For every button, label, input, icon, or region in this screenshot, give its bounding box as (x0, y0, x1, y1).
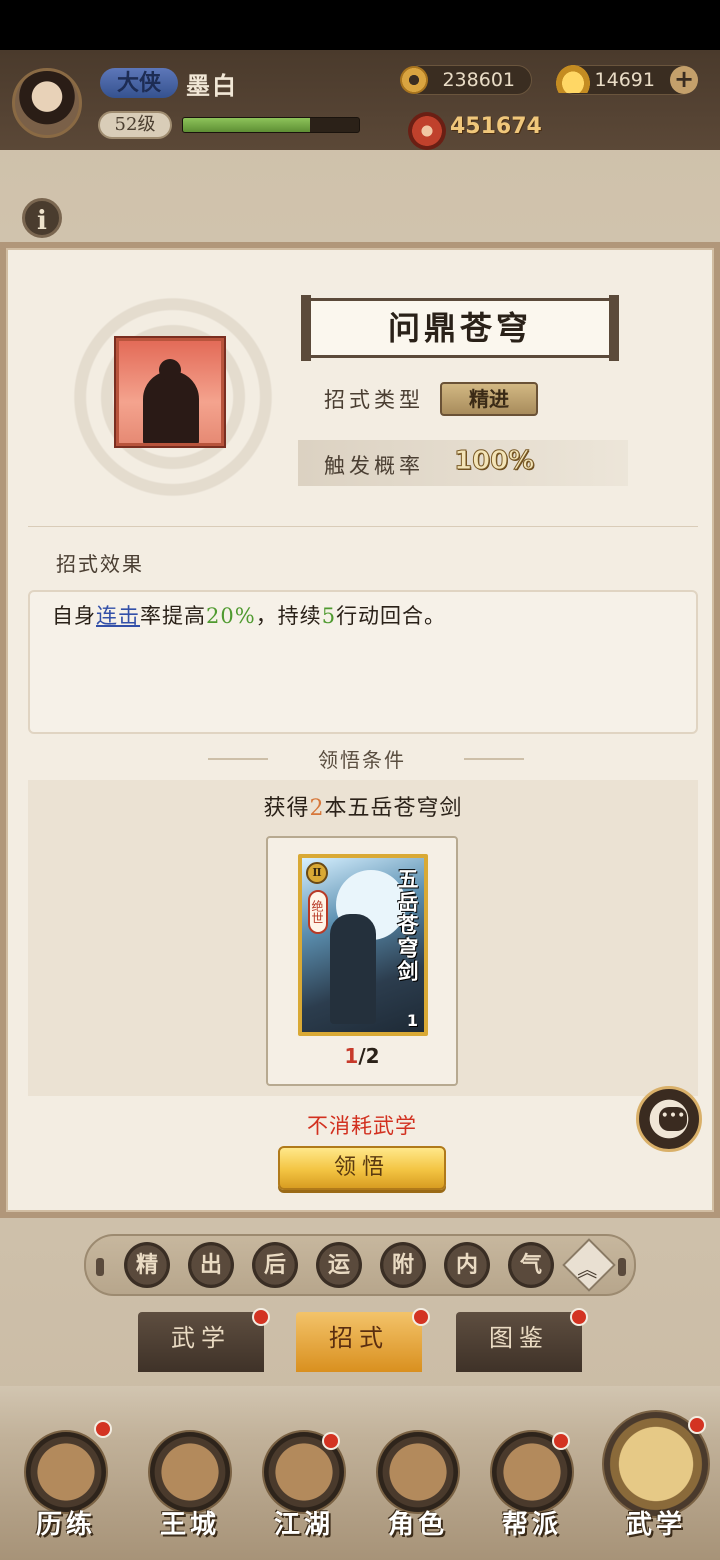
condition-panel: 获得2本五岳苍穹剑 Ⅱ 绝世 五岳苍穹剑 1 1/2 (28, 780, 698, 1096)
player-name: 墨白 (186, 71, 238, 100)
condition-text: 获得2本五岳苍穹剑 (28, 790, 698, 822)
city-gate-icon (148, 1430, 232, 1514)
exp-bar-fill (183, 118, 310, 132)
effect-heading: 招式效果 (56, 552, 144, 576)
divider (28, 526, 698, 527)
add-ingot-button[interactable]: + (670, 66, 698, 94)
bottom-navigation: 历练 王城 江湖 角色 帮派 武学 (0, 1386, 720, 1560)
bar-cap-right (618, 1258, 626, 1276)
nav-label: 角色 (387, 1510, 448, 1540)
skill-portrait (116, 338, 224, 446)
nav-character[interactable]: 角色 (370, 1426, 466, 1556)
modal-panel: 问鼎苍穹 招式类型 精进 触发概率 100% 招式效果 自身连击率提高20%，持… (6, 248, 714, 1212)
book-count: 1 (406, 1011, 418, 1030)
combat-power: 451674 (450, 114, 542, 139)
progress-have: 1 (344, 1044, 359, 1068)
effect-text: 自身连击率提高20%，持续5行动回合。 (52, 600, 674, 632)
swordsman-art (330, 914, 376, 1024)
effect-percent: 20% (206, 604, 256, 628)
coin-icon (400, 66, 428, 94)
skill-detail-modal: 问鼎苍穹 招式类型 精进 触发概率 100% 招式效果 自身连击率提高20%，持… (0, 242, 720, 1218)
bar-cap-left (96, 1258, 104, 1276)
effect-turns: 5 (321, 604, 337, 628)
required-item-slot[interactable]: Ⅱ 绝世 五岳苍穹剑 1 1/2 (266, 836, 458, 1086)
nav-label: 江湖 (273, 1510, 334, 1540)
effect-text-part: 率提高 (140, 604, 206, 628)
effect-box: 自身连击率提高20%，持续5行动回合。 (28, 590, 698, 734)
filter-yungong[interactable]: 运 (316, 1242, 362, 1288)
rank-icon: Ⅱ (306, 862, 328, 884)
nav-jianghu[interactable]: 江湖 (256, 1426, 352, 1556)
filter-chushou[interactable]: 出 (188, 1242, 234, 1288)
nav-label: 帮派 (501, 1510, 562, 1540)
nav-label: 王城 (159, 1510, 220, 1540)
character-icon (376, 1430, 460, 1514)
progress-need: /2 (358, 1044, 380, 1068)
comprehend-button[interactable]: 领悟 (278, 1146, 446, 1190)
tab-martial-arts[interactable]: 武学 (138, 1312, 264, 1372)
condition-count: 2 (309, 796, 325, 821)
filter-futi[interactable]: 附 (380, 1242, 426, 1288)
chat-button[interactable]: ••• (636, 1086, 702, 1152)
condition-text-part: 获得 (263, 796, 310, 821)
notification-dot (412, 1308, 430, 1326)
rarity-tag: 绝世 (308, 890, 328, 934)
filter-neixi[interactable]: 内 (444, 1242, 490, 1288)
info-button[interactable]: i (22, 198, 62, 238)
skill-name: 问鼎苍穹 (387, 309, 532, 347)
trigger-rate-label: 触发概率 (324, 454, 424, 478)
skill-type-badge: 精进 (440, 382, 538, 416)
condition-heading: 领悟条件 (318, 748, 406, 772)
combo-keyword-link[interactable]: 连击 (96, 604, 140, 628)
training-icon (24, 1430, 108, 1514)
notification-dot (552, 1432, 570, 1450)
nav-training[interactable]: 历练 (18, 1420, 114, 1556)
skill-title-frame: 问鼎苍穹 (301, 295, 619, 361)
notification-dot (252, 1308, 270, 1326)
effect-text-part: ，持续 (255, 604, 322, 628)
skill-book-card[interactable]: Ⅱ 绝世 五岳苍穹剑 1 (298, 854, 428, 1036)
status-bar (0, 0, 720, 50)
gold-ingot-icon (556, 65, 590, 93)
notification-dot (94, 1420, 112, 1438)
nav-guild[interactable]: 帮派 (484, 1426, 580, 1556)
skill-type-label: 招式类型 (324, 388, 424, 412)
condition-text-part: 本五岳苍穹剑 (324, 796, 463, 821)
nav-martial-arts[interactable]: 武学 (602, 1410, 710, 1556)
silhouette-head (159, 359, 181, 381)
chevron-up-icon: ︽ (577, 1257, 598, 1282)
silhouette-figure (143, 371, 199, 443)
effect-text-part: 自身 (52, 604, 96, 628)
notification-dot (688, 1416, 706, 1434)
nav-label: 历练 (35, 1510, 96, 1540)
no-cost-note: 不消耗武学 (307, 1114, 417, 1138)
effect-text-part: 行动回合。 (336, 604, 447, 628)
power-icon (408, 112, 446, 150)
filter-jingjin[interactable]: 精 (124, 1242, 170, 1288)
chat-bubble-icon: ••• (659, 1107, 687, 1131)
notification-dot (570, 1308, 588, 1326)
game-screen: 大侠 墨白 52级 238601 14691 + 451674 i 问鼎苍穹 招… (0, 50, 720, 1560)
exp-bar (182, 117, 360, 133)
trigger-rate-value: 100% (453, 446, 535, 477)
player-avatar[interactable] (12, 68, 82, 138)
book-title: 五岳苍穹剑 (395, 868, 420, 983)
nav-royal-city[interactable]: 王城 (142, 1426, 238, 1556)
top-hud: 大侠 墨白 52级 238601 14691 + 451674 (0, 50, 720, 150)
item-progress: 1/2 (268, 1044, 456, 1068)
level-badge: 52级 (98, 111, 172, 139)
filter-collapse-button[interactable]: ︽ (562, 1238, 616, 1292)
filter-houshou[interactable]: 后 (252, 1242, 298, 1288)
tab-codex[interactable]: 图鉴 (456, 1312, 582, 1372)
filter-qishi[interactable]: 气 (508, 1242, 554, 1288)
rank-badge: 大侠 (100, 68, 178, 98)
notification-dot (322, 1432, 340, 1450)
tab-moves[interactable]: 招式 (296, 1312, 422, 1372)
skill-filter-bar: 精 出 后 运 附 内 气 ︽ (84, 1234, 636, 1296)
nav-label: 武学 (625, 1510, 686, 1540)
